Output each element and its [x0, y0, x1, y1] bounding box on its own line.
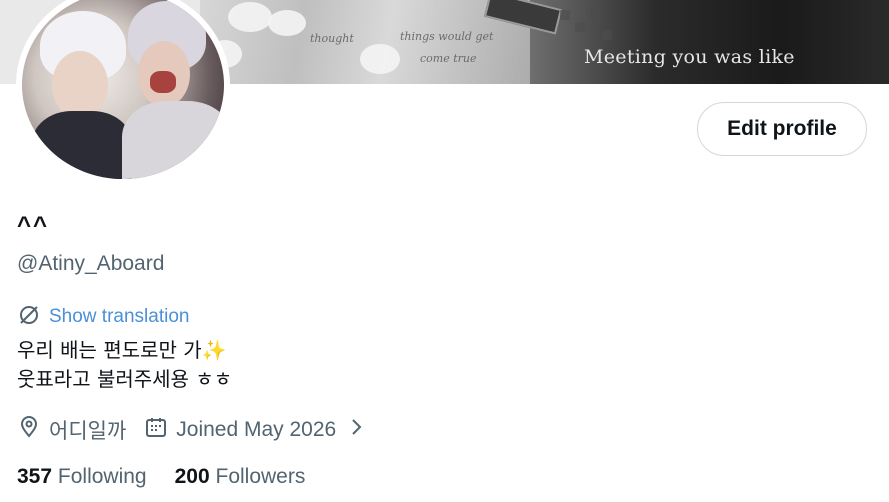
avatar-photo: [22, 0, 224, 179]
avatar-figure-body: [32, 111, 132, 179]
followers-count: 200: [174, 465, 210, 488]
banner-flower: [228, 2, 272, 32]
no-translate-icon: [17, 303, 41, 331]
banner-script-text: things would get: [400, 30, 494, 43]
show-translation-label[interactable]: Show translation: [49, 306, 189, 328]
bio-text: 우리 배는 편도로만 가: [17, 338, 202, 362]
show-translation-link[interactable]: Show translation: [17, 303, 189, 331]
banner-pixel: [590, 8, 600, 18]
joined-item[interactable]: Joined May 2026: [144, 415, 366, 445]
banner-pixel: [560, 10, 570, 20]
bio-line: 우리 배는 편도로만 가✨: [17, 336, 232, 365]
banner-caption: Meeting you was like: [584, 46, 795, 68]
following-label: Following: [57, 465, 147, 488]
profile-avatar[interactable]: [16, 0, 230, 185]
location-pin-icon: [17, 415, 41, 445]
profile-bio: 우리 배는 편도로만 가✨ 웃표라고 불러주세용 ㅎㅎ: [17, 336, 232, 394]
display-name: ^^: [17, 212, 50, 239]
avatar-figure-hand: [150, 71, 176, 93]
following-count: 357: [17, 465, 53, 488]
banner-collage-dark: [530, 0, 889, 84]
followers-label: Followers: [215, 465, 306, 488]
banner-flower: [268, 10, 306, 36]
joined-date: Joined May 2026: [176, 418, 337, 441]
banner-pixel: [602, 30, 612, 40]
edit-profile-button[interactable]: Edit profile: [697, 102, 867, 156]
bio-text: 웃표라고 불러주세용 ㅎㅎ: [17, 367, 233, 391]
location-text: 어디일까: [49, 420, 127, 443]
following-stat[interactable]: 357 Following: [17, 465, 147, 489]
banner-pixel: [575, 22, 585, 32]
location-item: 어디일까: [17, 415, 126, 445]
avatar-figure-face: [52, 51, 108, 119]
banner-script-text: come true: [420, 52, 477, 65]
sparkles-emoji: ✨: [201, 338, 227, 362]
banner-script-text: thought: [310, 32, 354, 45]
follow-stats: 357 Following 200 Followers: [17, 465, 333, 489]
calendar-icon: [144, 415, 168, 445]
chevron-right-icon[interactable]: [348, 415, 366, 445]
user-handle: @Atiny_Aboard: [17, 252, 165, 275]
profile-meta: 어디일까 Joined May 2026: [17, 415, 384, 445]
followers-stat[interactable]: 200 Followers: [175, 465, 306, 489]
banner-flower: [360, 44, 400, 74]
avatar-figure-body: [122, 101, 224, 179]
